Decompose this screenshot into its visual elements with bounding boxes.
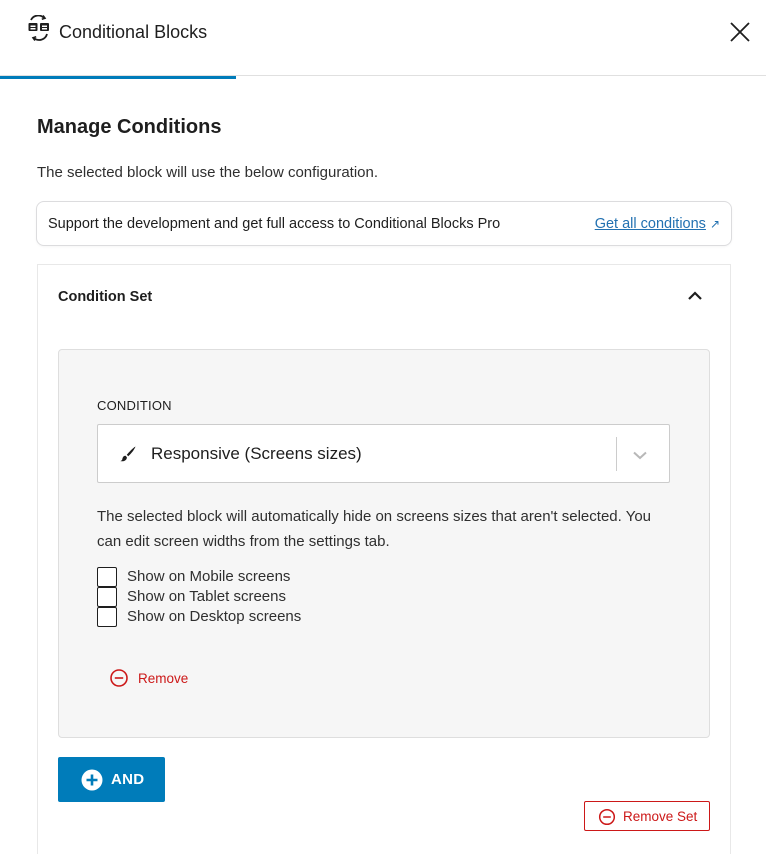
plus-circle-icon <box>81 769 103 791</box>
tablet-screens-checkbox[interactable] <box>97 587 117 607</box>
conditional-blocks-logo-icon <box>28 15 49 41</box>
condition-card: CONDITION Responsive (Screens sizes) The… <box>58 349 710 738</box>
remove-condition-label: Remove <box>138 671 189 686</box>
condition-type-select[interactable]: Responsive (Screens sizes) <box>97 424 670 483</box>
select-divider <box>616 437 617 471</box>
get-all-conditions-link[interactable]: Get all conditions ↗ <box>595 216 720 232</box>
remove-set-button[interactable]: Remove Set <box>584 801 710 831</box>
desktop-screens-checkbox[interactable] <box>97 607 117 627</box>
close-icon[interactable] <box>726 18 754 46</box>
condition-set-title: Condition Set <box>58 289 153 305</box>
and-button-label: AND <box>111 771 145 788</box>
chevron-up-icon[interactable] <box>682 283 708 309</box>
desktop-screens-label: Show on Desktop screens <box>127 608 302 625</box>
modal-title: Conditional Blocks <box>59 22 208 42</box>
add-and-condition-button[interactable]: AND <box>58 757 165 802</box>
remove-set-label: Remove Set <box>623 809 698 824</box>
modal-header: Conditional Blocks <box>0 0 766 76</box>
external-link-icon: ↗ <box>709 217 720 231</box>
pro-notice: Support the development and get full acc… <box>36 201 732 246</box>
notice-link-label: Get all conditions <box>594 216 706 232</box>
conditional-blocks-modal: Conditional Blocks Manage Conditions The… <box>0 0 766 854</box>
remove-circle-icon <box>110 669 128 687</box>
chevron-down-icon[interactable] <box>629 444 651 466</box>
paintbrush-icon <box>120 446 136 462</box>
condition-label: CONDITION <box>97 398 172 413</box>
page-title: Manage Conditions <box>37 116 222 138</box>
mobile-screens-checkbox[interactable] <box>97 567 117 587</box>
mobile-screens-label: Show on Mobile screens <box>127 568 291 585</box>
active-tab-indicator <box>0 76 236 79</box>
condition-type-value: Responsive (Screens sizes) <box>151 444 362 463</box>
condition-help-text: The selected block will automatically hi… <box>97 508 652 550</box>
remove-circle-icon <box>598 808 616 826</box>
notice-text: Support the development and get full acc… <box>48 216 501 232</box>
page-description: The selected block will use the below co… <box>37 164 379 181</box>
tablet-screens-label: Show on Tablet screens <box>127 588 286 605</box>
condition-set-panel: Condition Set CONDITION Responsive (Scre… <box>37 264 731 854</box>
